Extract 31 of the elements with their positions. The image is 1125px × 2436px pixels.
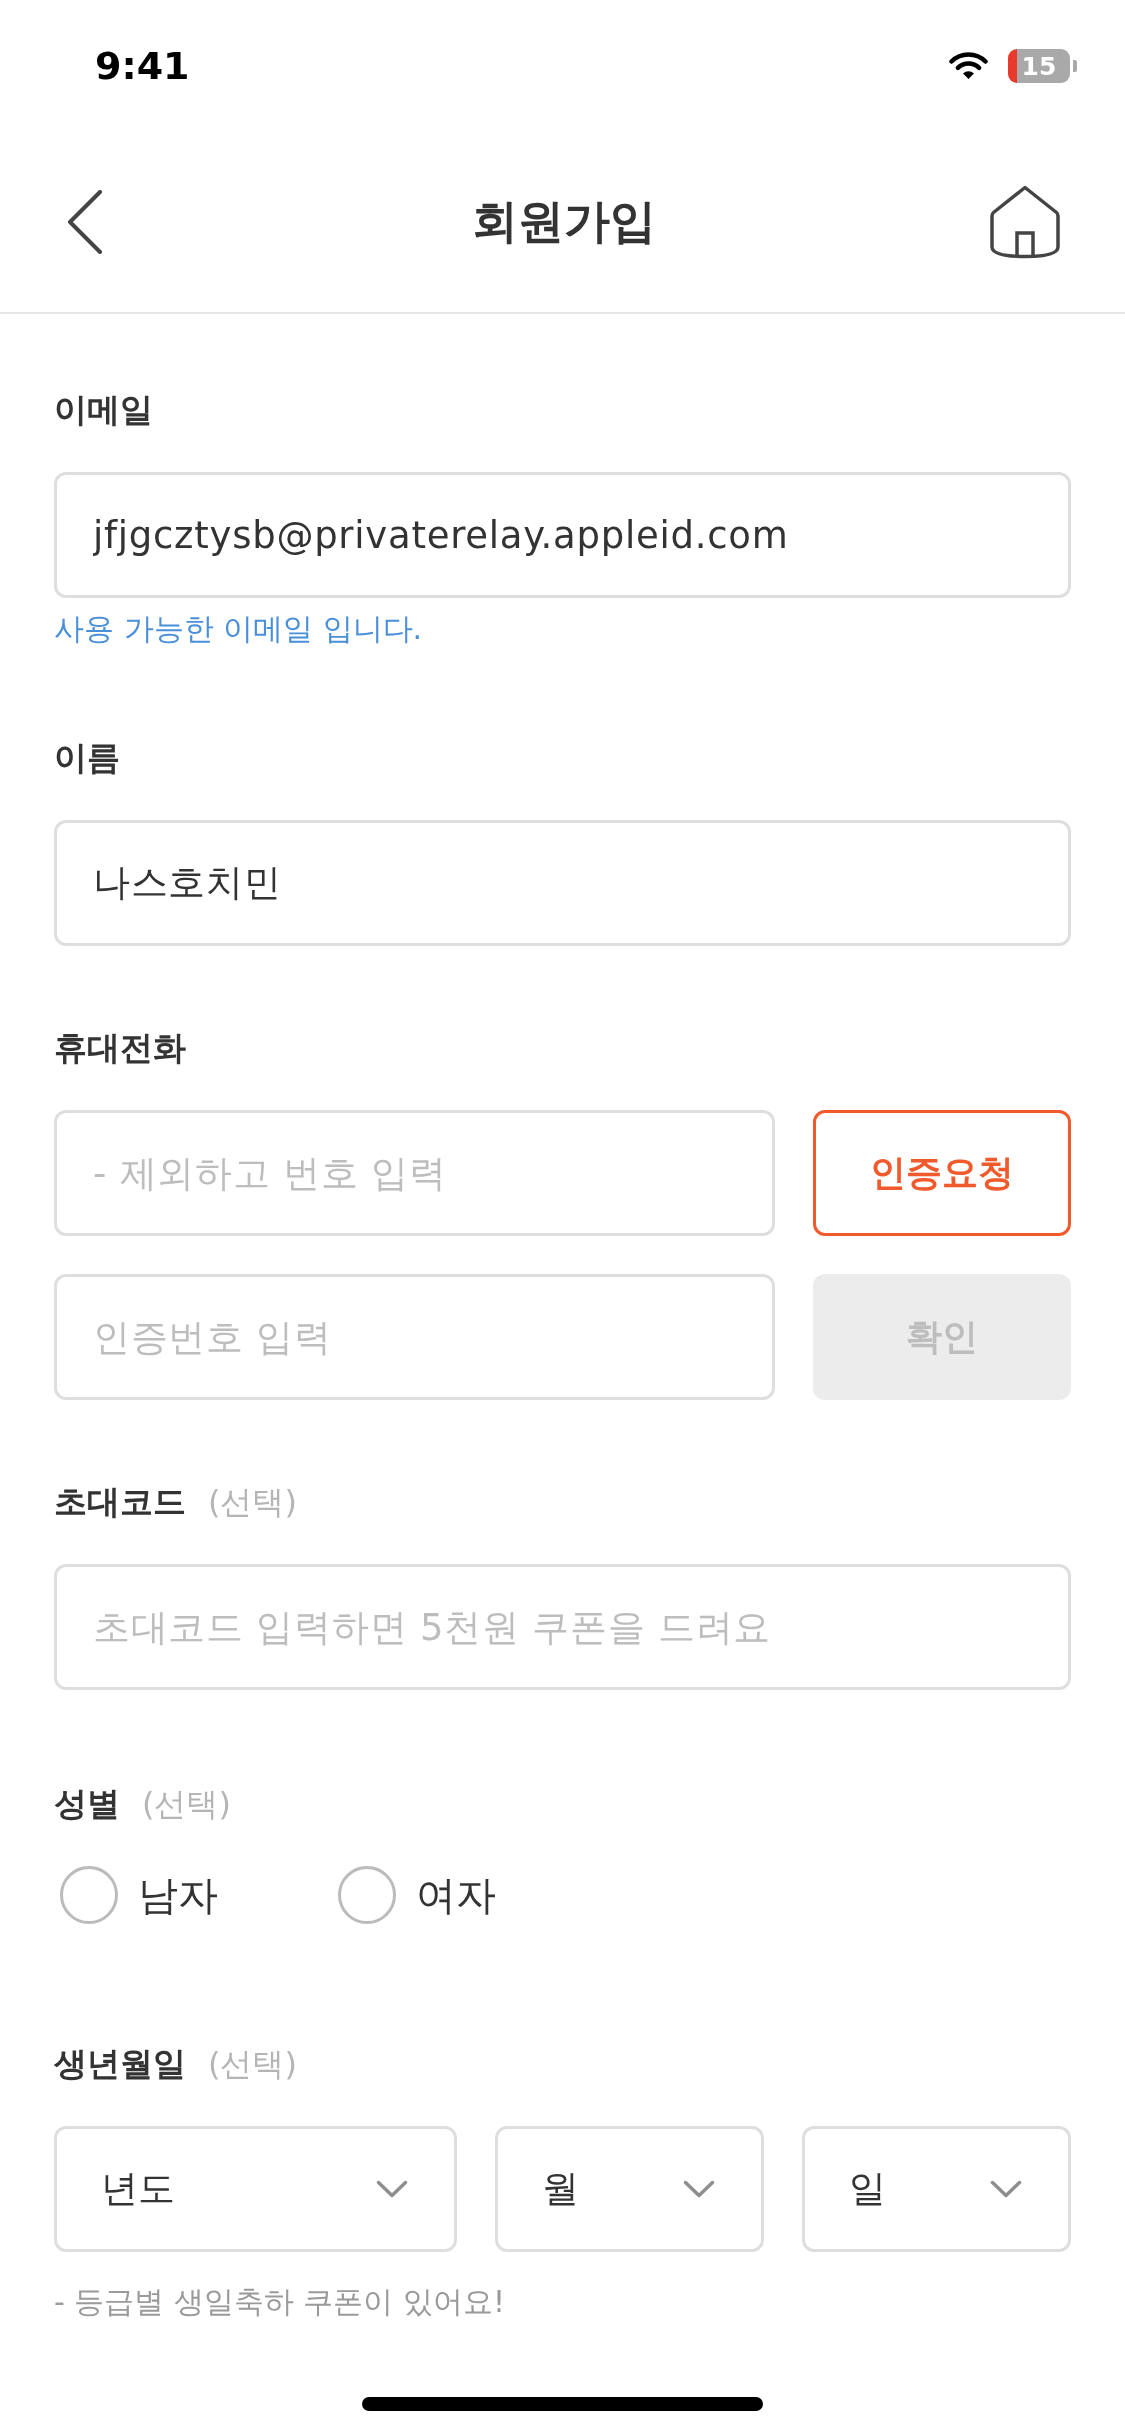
radio-option[interactable]: 남자 <box>60 1866 218 1924</box>
field-label: 초대코드 <box>54 1481 186 1523</box>
field-label: 이메일 <box>54 389 153 431</box>
input-field[interactable]: - 제외하고 번호 입력 <box>54 1110 775 1236</box>
optional-tag: (선택) <box>208 1480 297 1524</box>
status-time: 9:41 <box>95 44 190 88</box>
input-field[interactable]: 나스호치민 <box>54 820 1071 946</box>
field-label: 이름 <box>54 737 120 779</box>
chevron-down-icon <box>376 2180 409 2198</box>
optional-tag: (선택) <box>208 2042 297 2086</box>
chevron-down-icon <box>683 2180 716 2198</box>
dropdown-select[interactable]: 년도 <box>54 2126 458 2252</box>
note-text: - 등급별 생일축하 쿠폰이 있어요! <box>54 2283 506 2321</box>
radio-icon[interactable] <box>338 1866 396 1924</box>
field-label: 휴대전화 <box>54 1027 186 1069</box>
radio-icon[interactable] <box>60 1866 118 1924</box>
wifi-icon <box>949 52 988 80</box>
input-field[interactable]: 초대코드 입력하면 5천원 쿠폰을 드려요 <box>54 1564 1071 1690</box>
helper-text: 사용 가능한 이메일 입니다. <box>54 610 424 648</box>
dropdown-select[interactable]: 월 <box>495 2126 765 2252</box>
input-field[interactable]: 인증번호 입력 <box>54 1274 775 1400</box>
home-icon[interactable] <box>990 185 1060 259</box>
field-label: 생년월일 <box>54 2043 186 2085</box>
radio-option[interactable]: 여자 <box>338 1866 496 1924</box>
chevron-down-icon <box>990 2180 1022 2198</box>
back-icon[interactable] <box>67 190 103 254</box>
field-label: 성별 <box>54 1783 120 1825</box>
page-title: 회원가입 <box>471 193 656 250</box>
dropdown-select[interactable]: 일 <box>802 2126 1071 2252</box>
optional-tag: (선택) <box>142 1782 231 1826</box>
battery-indicator: 15 <box>1008 49 1077 83</box>
